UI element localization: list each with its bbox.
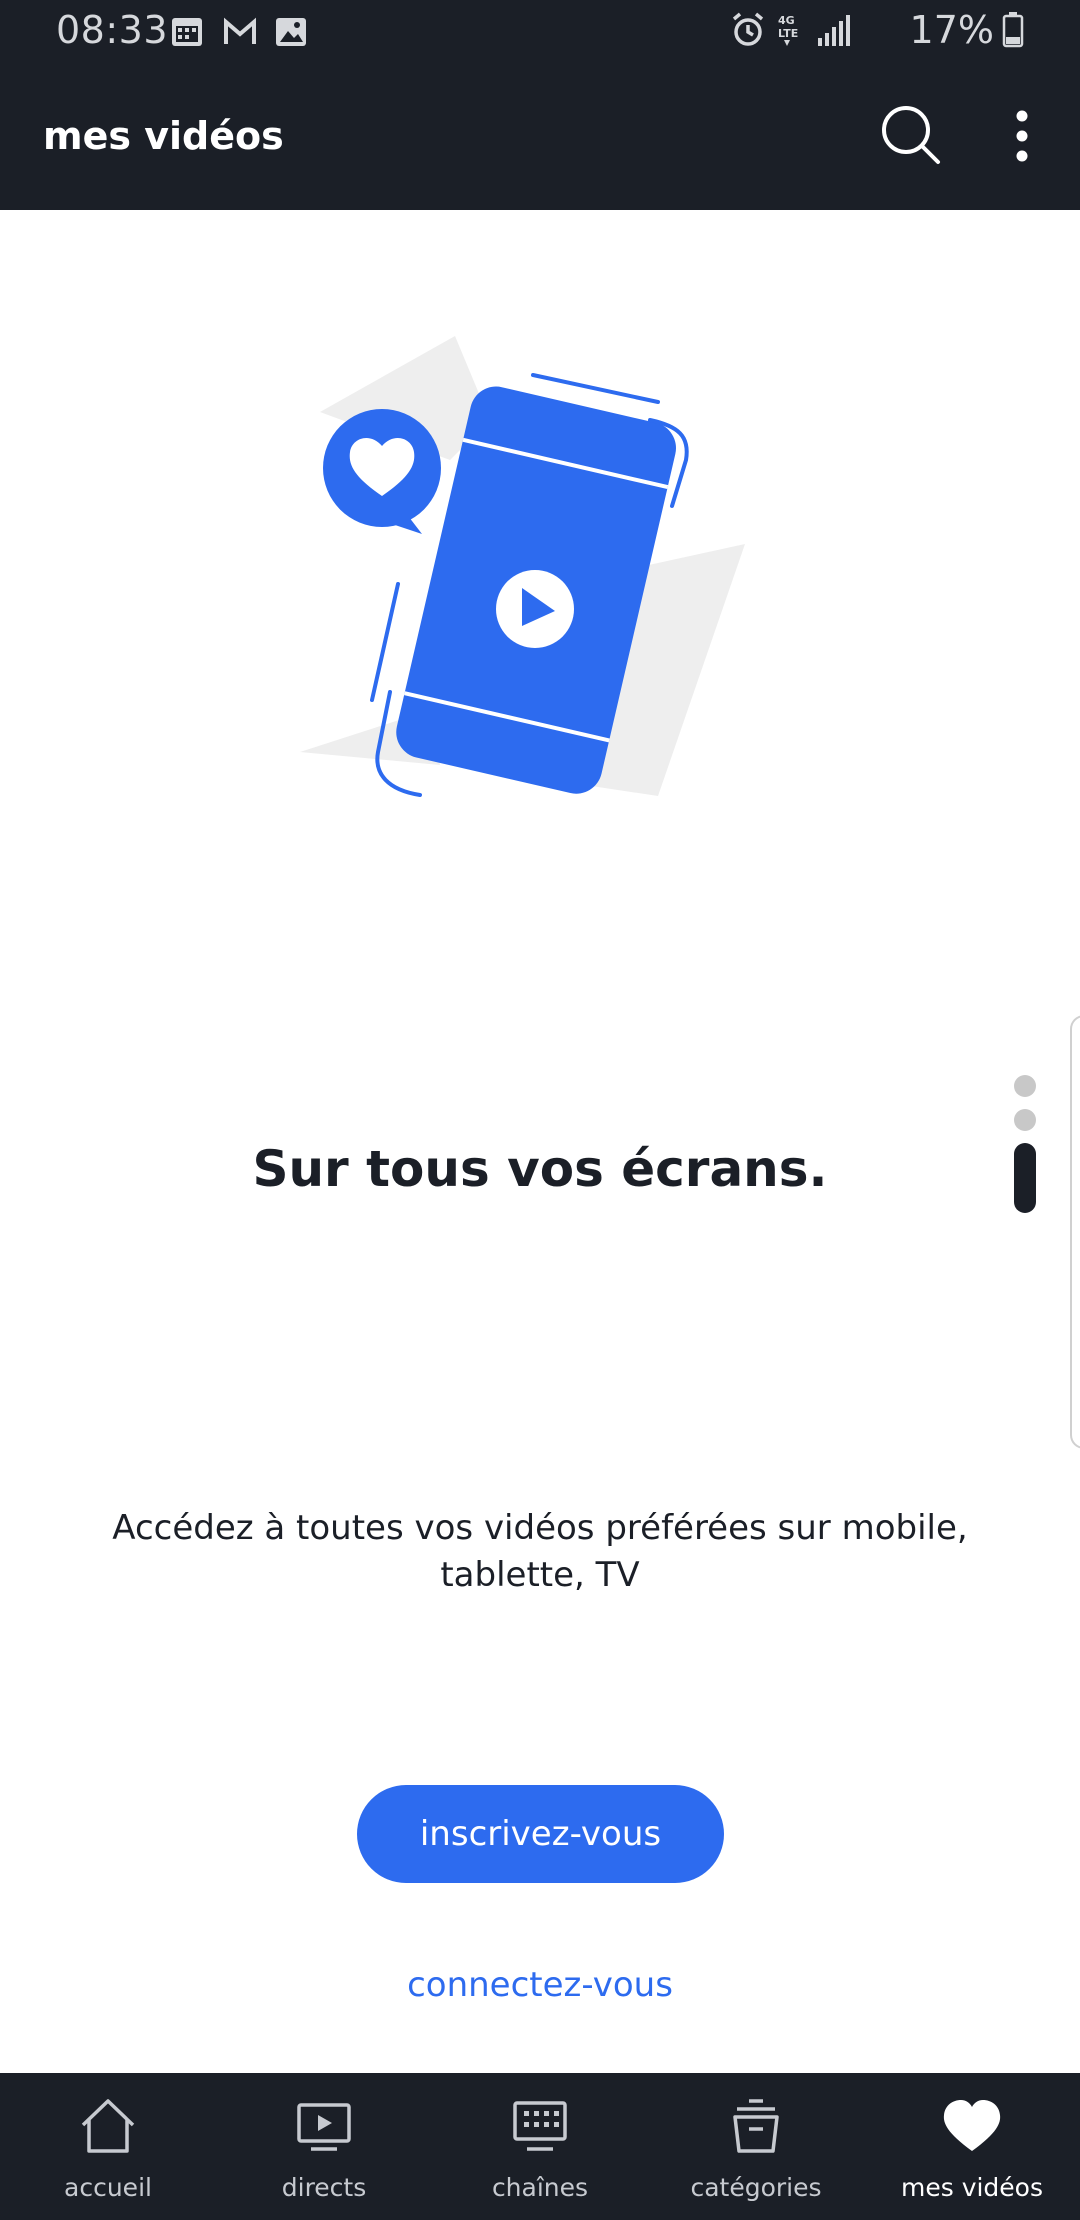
channels-icon [513, 2101, 567, 2151]
search-icon [882, 106, 940, 164]
live-tv-icon [297, 2103, 351, 2151]
battery-icon [1002, 12, 1024, 48]
nav-label: catégories [690, 2173, 822, 2202]
svg-text:LTE: LTE [778, 27, 798, 40]
page-dot[interactable] [1014, 1075, 1036, 1097]
onboarding-subtitle: Accédez à toutes vos vidéos préférées su… [90, 1505, 990, 1599]
signal-icon [817, 15, 850, 46]
home-icon [81, 2099, 135, 2153]
gallery-icon [276, 18, 306, 46]
bottom-navigation: accueil directs chaînes catégories mes v… [0, 2073, 1080, 2220]
heart-icon [943, 2100, 1001, 2151]
signup-button[interactable]: inscrivez-vous [357, 1785, 724, 1883]
more-options-button[interactable] [1002, 106, 1042, 166]
page-indicator [1014, 1075, 1038, 1213]
page-dot-active [1014, 1143, 1036, 1213]
nav-item-chaines[interactable]: chaînes [432, 2073, 648, 2220]
nav-item-accueil[interactable]: accueil [0, 2073, 216, 2220]
page-dot[interactable] [1014, 1109, 1036, 1131]
nav-label: accueil [64, 2173, 152, 2202]
gmail-icon [224, 17, 256, 44]
nav-item-mes-videos[interactable]: mes vidéos [864, 2073, 1080, 2220]
system-status-icons: 4G LTE [732, 12, 850, 46]
svg-text:4G: 4G [778, 14, 795, 27]
nav-item-categories[interactable]: catégories [648, 2073, 864, 2220]
page-title: mes vidéos [43, 114, 284, 158]
notification-icons [170, 14, 330, 54]
nav-label: mes vidéos [900, 2173, 1044, 2202]
status-bar: 08:33 4G LTE 17% [0, 0, 1080, 64]
onboarding-headline: Sur tous vos écrans. [252, 1140, 828, 1198]
search-button[interactable] [880, 104, 944, 168]
edge-panel-handle[interactable] [1070, 1015, 1080, 1449]
categories-icon [733, 2099, 779, 2153]
nav-label: directs [281, 2173, 367, 2202]
status-right: 4G LTE 17% [730, 8, 1026, 52]
network-4g-icon: 4G LTE [778, 14, 798, 46]
calendar-icon [172, 18, 202, 46]
subtitle-line-1: Accédez à toutes vos vidéos préférées su… [112, 1508, 968, 1548]
phone-illustration [290, 320, 760, 830]
subtitle-line-2: tablette, TV [440, 1555, 640, 1595]
heart-bubble-icon [323, 409, 441, 534]
more-vertical-icon [1016, 110, 1028, 162]
status-time: 08:33 [56, 8, 169, 52]
nav-label: chaînes [491, 2173, 589, 2202]
alarm-icon [732, 12, 763, 46]
play-icon [496, 570, 574, 648]
battery-percent: 17% [909, 8, 994, 52]
app-bar: mes vidéos [0, 64, 1080, 210]
nav-item-directs[interactable]: directs [216, 2073, 432, 2220]
login-link[interactable]: connectez-vous [0, 1965, 1080, 2005]
